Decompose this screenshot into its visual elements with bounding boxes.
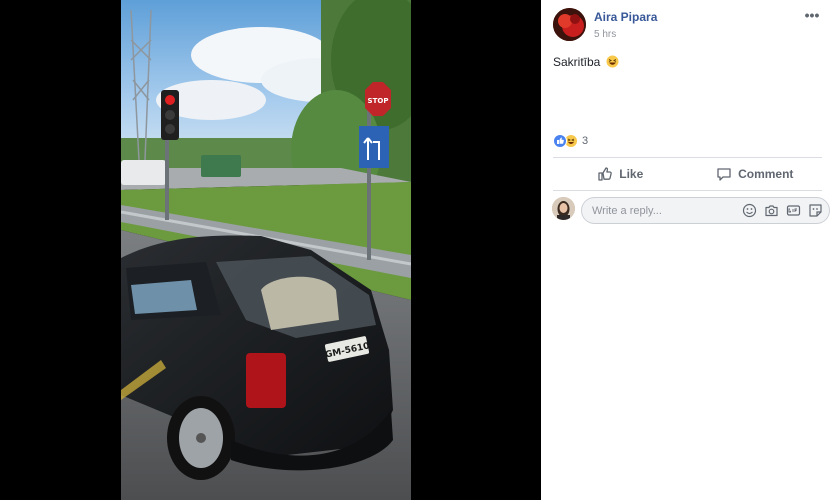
sticker-icon[interactable] <box>808 203 823 218</box>
photo-scene: STOP GM-5610 <box>121 0 411 500</box>
reply-tools <box>742 203 823 218</box>
post-text-content: Sakritība <box>553 55 601 69</box>
like-label: Like <box>619 167 644 181</box>
like-reaction-icon <box>553 134 567 148</box>
reactions-summary[interactable]: 3 <box>553 133 588 149</box>
post-photo[interactable]: STOP GM-5610 <box>121 0 411 500</box>
like-icon <box>598 167 613 181</box>
comment-label: Comment <box>738 167 794 181</box>
reply-row <box>551 197 830 224</box>
emoji-icon[interactable] <box>742 203 757 218</box>
avatar-image <box>553 8 586 41</box>
post-header: Aira Pipara 5 hrs ••• <box>553 8 830 44</box>
user-avatar-image <box>552 197 575 220</box>
like-button[interactable]: Like <box>553 160 688 188</box>
camera-icon[interactable] <box>764 203 779 218</box>
reply-box <box>581 197 830 224</box>
user-avatar[interactable] <box>552 197 575 220</box>
author-avatar[interactable] <box>553 8 586 41</box>
divider <box>553 190 822 191</box>
photo-viewer: STOP GM-5610 <box>0 0 541 500</box>
post-actions: Like Comment <box>553 160 822 188</box>
more-options-button[interactable]: ••• <box>802 8 822 24</box>
author-name[interactable]: Aira Pipara <box>594 10 657 24</box>
post-text: Sakritība <box>553 55 619 69</box>
reply-input[interactable] <box>592 198 722 223</box>
reaction-count: 3 <box>582 135 589 147</box>
stop-sign-text: STOP <box>368 97 389 105</box>
comment-button[interactable]: Comment <box>688 160 823 188</box>
gif-icon[interactable] <box>786 203 801 218</box>
post-time[interactable]: 5 hrs <box>594 29 616 40</box>
laughing-emoji-icon <box>606 55 619 68</box>
comment-icon <box>717 168 731 181</box>
divider <box>553 157 822 158</box>
post-panel: Aira Pipara 5 hrs ••• Sakritība 3 Like C… <box>541 0 830 500</box>
